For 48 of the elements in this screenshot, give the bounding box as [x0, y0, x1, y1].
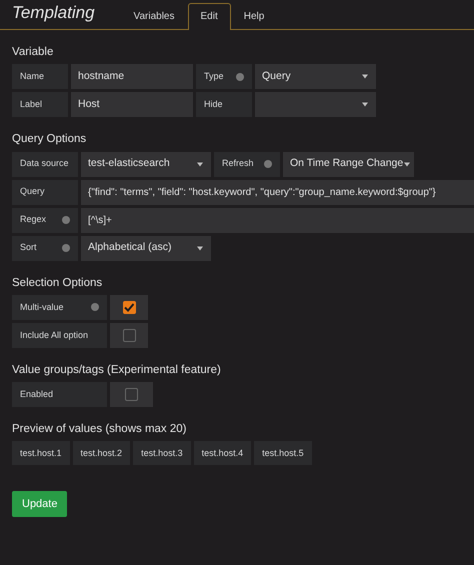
field-label: Query	[20, 185, 45, 198]
select-dropdown[interactable]: Query	[255, 64, 376, 90]
select-dropdown[interactable]: Alphabetical (asc)	[81, 236, 211, 260]
page-title: Templating	[12, 2, 95, 24]
caret-icon	[361, 102, 369, 108]
info-icon	[62, 216, 70, 224]
input-field[interactable]: Host	[71, 92, 193, 118]
checkbox[interactable]	[125, 388, 138, 401]
field-label: Refresh	[222, 157, 254, 170]
info-icon	[91, 303, 99, 312]
field-label: Sort	[20, 241, 37, 254]
field-label: Data source	[20, 157, 69, 170]
section-heading: Selection Options	[12, 276, 104, 290]
caret-icon	[196, 162, 204, 166]
info-icon	[236, 72, 244, 81]
info-icon	[62, 244, 70, 252]
input-field[interactable]: [^\s]+	[81, 208, 474, 232]
preview-value: test.host.2	[72, 441, 130, 466]
tab[interactable]: Variables	[120, 3, 188, 29]
info-icon	[264, 160, 272, 168]
tab[interactable]: Help	[230, 3, 278, 29]
checkbox[interactable]	[122, 328, 136, 342]
preview-value: test.host.5	[254, 441, 312, 466]
section-heading: Variable	[12, 45, 54, 60]
caret-icon	[361, 74, 369, 80]
input-field[interactable]: hostname	[71, 64, 193, 90]
field-label: Include All option	[20, 328, 88, 342]
checkbox[interactable]	[122, 300, 136, 314]
section-heading: Value groups/tags (Experimental feature)	[12, 362, 222, 378]
field-label: Multi-value	[20, 300, 64, 314]
section-heading: Preview of values (shows max 20)	[12, 422, 188, 437]
preview-value: test.host.1	[12, 441, 70, 466]
caret-icon	[403, 162, 412, 166]
caret-icon	[196, 246, 204, 250]
section-heading: Query Options	[12, 132, 88, 148]
select-dropdown[interactable]: On Time Range Change	[283, 152, 414, 176]
select-dropdown[interactable]: test-elasticsearch	[81, 152, 211, 176]
field-label: Regex	[20, 213, 46, 226]
preview-value: test.host.4	[194, 441, 252, 466]
field-label: Name	[20, 70, 44, 83]
field-label: Label	[20, 98, 42, 111]
field-label: Hide	[204, 98, 223, 111]
input-field[interactable]: {"find": "terms", "field": "host.keyword", "query":"group_name.keyword:$group"}	[81, 180, 474, 204]
tab[interactable]: Edit	[188, 3, 231, 30]
field-label: Type	[204, 70, 224, 83]
field-label: Enabled	[20, 388, 54, 401]
preview-value: test.host.3	[133, 441, 191, 466]
update-button[interactable]: Update	[12, 491, 68, 518]
